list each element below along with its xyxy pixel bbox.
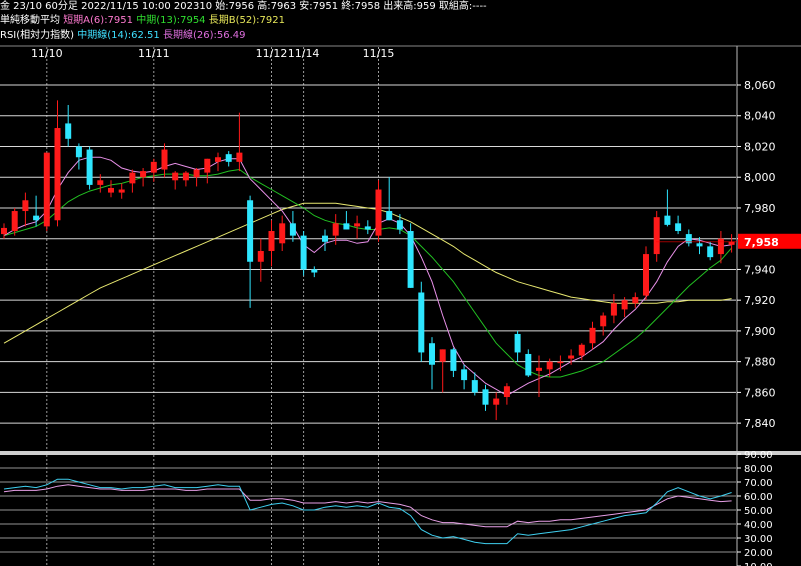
rsi-tick-label: 50.00	[744, 506, 773, 517]
rsi-tick-label: 60.00	[744, 492, 773, 503]
price-tick-label: 7,920	[744, 294, 776, 307]
price-tick-label: 7,940	[744, 263, 776, 276]
candle-body	[354, 223, 361, 227]
candle-body	[225, 154, 232, 162]
rsi-tick-label: 30.00	[744, 534, 773, 545]
candle-body	[86, 149, 93, 185]
price-tick-label: 7,880	[744, 356, 776, 369]
candle-body	[311, 269, 318, 273]
candle-body	[653, 217, 660, 255]
candle-body	[471, 380, 478, 393]
candle-body	[503, 386, 510, 398]
candle-body	[707, 246, 714, 258]
candle-body	[65, 123, 72, 139]
candle-body	[450, 349, 457, 371]
candle-body	[140, 171, 147, 178]
date-tick-label: 11/11	[138, 47, 170, 60]
ma-mid-line	[3, 168, 732, 378]
price-tick-label: 8,060	[744, 79, 776, 92]
candle-body	[514, 333, 521, 353]
candle-body	[396, 220, 403, 230]
candle-body	[557, 361, 564, 364]
ma-short-line	[3, 156, 732, 397]
candle-body	[439, 349, 446, 362]
candle-body	[108, 187, 114, 193]
rsi-tick-label: 20.00	[744, 548, 773, 559]
candle-body	[386, 211, 393, 221]
candle-body	[375, 189, 382, 236]
candle-body	[364, 226, 371, 230]
candle-body	[193, 169, 200, 178]
candle-body	[182, 172, 189, 181]
price-tick-label: 7,840	[744, 417, 776, 430]
rsi-tick-label: 90.00	[744, 450, 773, 461]
rsi-tick-label: 10.00	[744, 562, 773, 566]
price-tick-label: 8,020	[744, 140, 776, 153]
candle-body	[493, 398, 500, 405]
rsi-long-line	[3, 484, 732, 528]
candle-body	[172, 172, 179, 181]
candle-body	[279, 223, 286, 244]
candle-body	[300, 235, 307, 270]
candle-body	[621, 300, 628, 310]
candle-body	[33, 215, 40, 221]
rsi-tick-label: 70.00	[744, 478, 773, 489]
price-tick-label: 7,980	[744, 202, 776, 215]
candle-body	[11, 211, 18, 232]
candle-body	[643, 254, 649, 296]
candle-body	[54, 128, 61, 221]
candle-body	[600, 315, 607, 327]
rsi-tick-label: 40.00	[744, 520, 773, 531]
date-tick-label: 11/12	[256, 47, 288, 60]
candle-body	[22, 200, 29, 212]
candle-body	[129, 172, 136, 184]
candle-body	[236, 152, 243, 162]
candlestick-chart[interactable]: 8,0608,0408,0208,0007,9807,9607,9407,920…	[0, 0, 801, 566]
candle-body	[589, 327, 596, 344]
price-tick-label: 8,000	[744, 171, 776, 184]
rsi-tick-label: 80.00	[744, 464, 773, 475]
candle-body	[578, 344, 585, 356]
candle-body	[43, 152, 50, 227]
candle-body	[75, 146, 82, 158]
candle-body	[150, 161, 157, 173]
price-tick-label: 7,860	[744, 386, 776, 399]
candle-body	[696, 243, 703, 247]
candle-body	[525, 353, 532, 376]
date-tick-label: 11/10	[31, 47, 63, 60]
candle-body	[204, 158, 211, 173]
candle-body	[268, 231, 275, 251]
candle-body	[407, 231, 414, 288]
candle-body	[675, 223, 682, 232]
candle-body	[664, 215, 671, 225]
candle-body	[1, 227, 7, 235]
candle-body	[482, 389, 489, 405]
candle-body	[717, 238, 724, 255]
candle-body	[322, 235, 328, 242]
candle-body	[97, 180, 104, 185]
candle-body	[289, 223, 296, 236]
panel-divider	[0, 451, 801, 455]
candle-body	[332, 223, 339, 236]
candle-body	[610, 303, 617, 316]
price-tick-label: 7,900	[744, 325, 776, 338]
price-tick-label: 8,040	[744, 110, 776, 123]
candle-body	[429, 343, 435, 365]
candle-body	[568, 355, 575, 359]
candle-body	[546, 361, 553, 370]
candle-body	[343, 223, 350, 230]
candle-body	[215, 157, 221, 162]
candle-body	[461, 369, 468, 381]
candle-body	[632, 297, 639, 304]
candle-body	[257, 250, 264, 262]
date-tick-label: 11/14	[288, 47, 320, 60]
candle-body	[118, 189, 125, 193]
candle-body	[536, 367, 542, 371]
candle-body	[418, 292, 425, 353]
date-tick-label: 11/15	[363, 47, 395, 60]
candle-body	[161, 149, 168, 170]
last-price-label: 7,958	[744, 236, 779, 249]
candle-body	[247, 200, 254, 262]
